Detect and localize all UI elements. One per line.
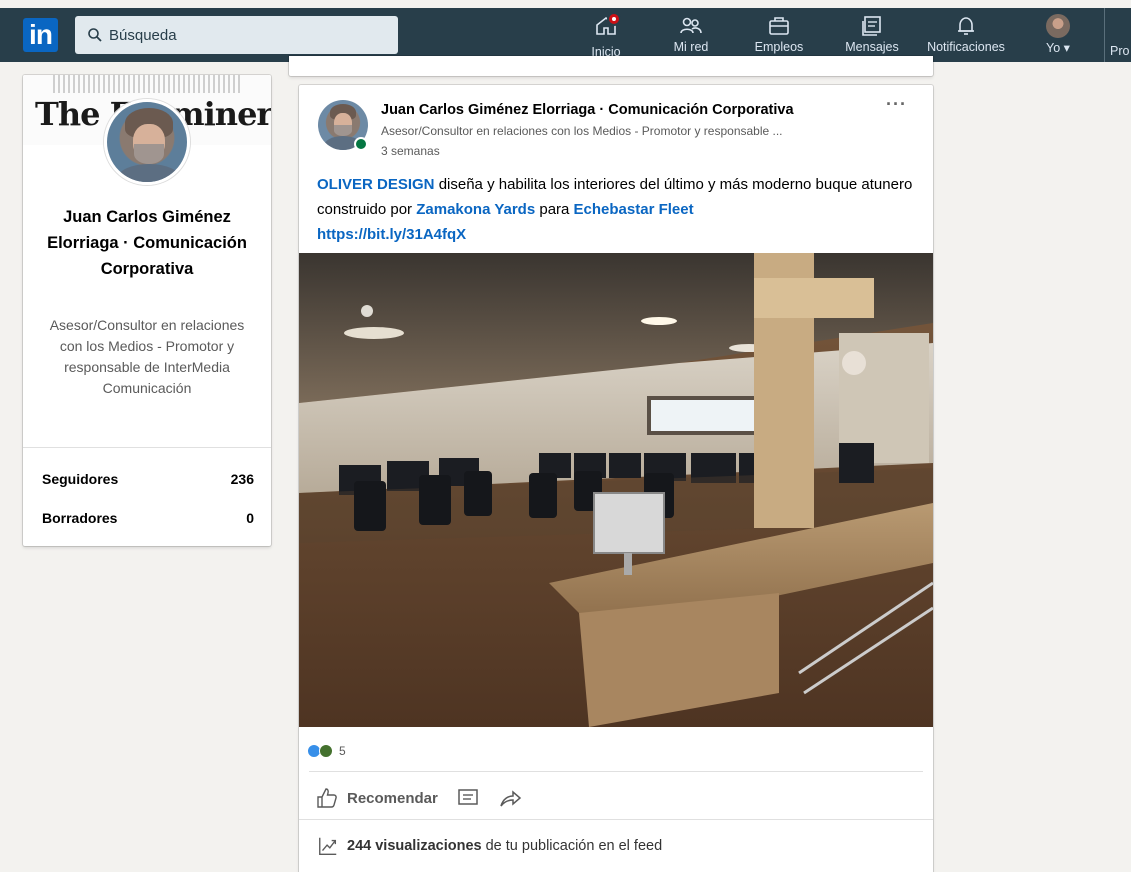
search-placeholder: Búsqueda [109, 26, 177, 44]
views-count: 244 visualizaciones [347, 838, 482, 854]
like-button-label: Recomendar [347, 789, 438, 807]
post-author-headline: Asesor/Consultor en relaciones con los M… [381, 124, 783, 138]
divider [23, 447, 271, 448]
post-url-link[interactable]: https://bit.ly/31A4fqX [317, 226, 466, 243]
post-image[interactable] [299, 253, 933, 727]
more-options-icon[interactable]: ··· [886, 95, 907, 113]
post-text: OLIVER DESIGN diseña y habilita los inte… [317, 172, 927, 247]
profile-name[interactable]: Juan Carlos Giménez Elorriaga · Comunica… [33, 204, 261, 282]
post-timestamp: 3 semanas [381, 144, 440, 158]
profile-avatar[interactable] [104, 99, 190, 185]
post-actions: Recomendar [315, 780, 522, 816]
search-input[interactable]: Búsqueda [75, 16, 398, 54]
avatar [1046, 14, 1070, 38]
stat-borradores[interactable]: Borradores 0 [42, 510, 254, 526]
online-status-dot [354, 137, 368, 151]
profile-card: The Examiner Juan Carlos Giménez Elorria… [23, 75, 271, 546]
nav-item-inicio[interactable]: Inicio [582, 12, 630, 62]
feed-post: Juan Carlos Giménez Elorriaga · Comunica… [299, 85, 933, 872]
nav-item-notificaciones[interactable]: Notificaciones [916, 14, 1016, 62]
nav-item-mensajes[interactable]: Mensajes [840, 14, 904, 62]
nav-item-pro[interactable]: Pro [1110, 44, 1129, 58]
notification-badge [607, 12, 621, 26]
stat-label: Seguidores [42, 471, 119, 487]
stat-label: Borradores [42, 510, 118, 526]
jobs-icon [769, 17, 789, 35]
notifications-icon [958, 17, 974, 35]
views-suffix: de tu publicación en el feed [485, 838, 663, 854]
nav-divider [1104, 8, 1105, 62]
stat-seguidores[interactable]: Seguidores 236 [42, 471, 254, 487]
thumbs-up-icon [317, 788, 337, 808]
divider [299, 819, 933, 820]
nav-item-label: Yo ▾ [1046, 41, 1070, 55]
previous-post-bottom [289, 56, 933, 76]
comment-icon[interactable] [456, 786, 480, 810]
linkedin-logo[interactable]: in [23, 18, 58, 52]
post-text-part: para [535, 201, 574, 218]
stat-value: 0 [246, 510, 254, 526]
post-author-name[interactable]: Juan Carlos Giménez Elorriaga · Comunica… [381, 102, 794, 118]
nav-item-label: Empleos [754, 40, 804, 54]
nav-item-label: Notificaciones [927, 40, 1005, 54]
nav-item-yo[interactable]: Yo ▾ [1036, 14, 1080, 62]
nav-item-label: Mensajes [845, 40, 899, 54]
reactions-summary[interactable]: 5 [307, 744, 346, 758]
messaging-icon [862, 16, 881, 36]
ship-interior-photo [299, 253, 933, 727]
search-icon [88, 28, 102, 42]
my-network-icon [680, 17, 702, 34]
banner-ornament [53, 75, 243, 93]
nav-item-mi-red[interactable]: Mi red [667, 14, 715, 62]
celebrate-reaction-icon [319, 744, 333, 758]
mention-oliver-design[interactable]: OLIVER DESIGN [317, 176, 435, 193]
post-views[interactable]: 244 visualizaciones de tu publicación en… [317, 835, 662, 857]
profile-headline: Asesor/Consultor en relaciones con los M… [49, 317, 245, 396]
nav-item-label: Mi red [673, 40, 709, 54]
divider [309, 771, 923, 772]
stat-value: 236 [230, 471, 254, 487]
mention-zamakona-yards[interactable]: Zamakona Yards [416, 201, 535, 218]
page-top-strip [0, 0, 1131, 8]
share-icon[interactable] [498, 786, 522, 810]
reactions-count: 5 [339, 744, 346, 758]
mention-echebastar-fleet[interactable]: Echebastar Fleet [574, 201, 694, 218]
nav-item-empleos[interactable]: Empleos [749, 14, 809, 62]
like-button[interactable]: Recomendar [315, 786, 438, 810]
analytics-icon [319, 837, 337, 855]
